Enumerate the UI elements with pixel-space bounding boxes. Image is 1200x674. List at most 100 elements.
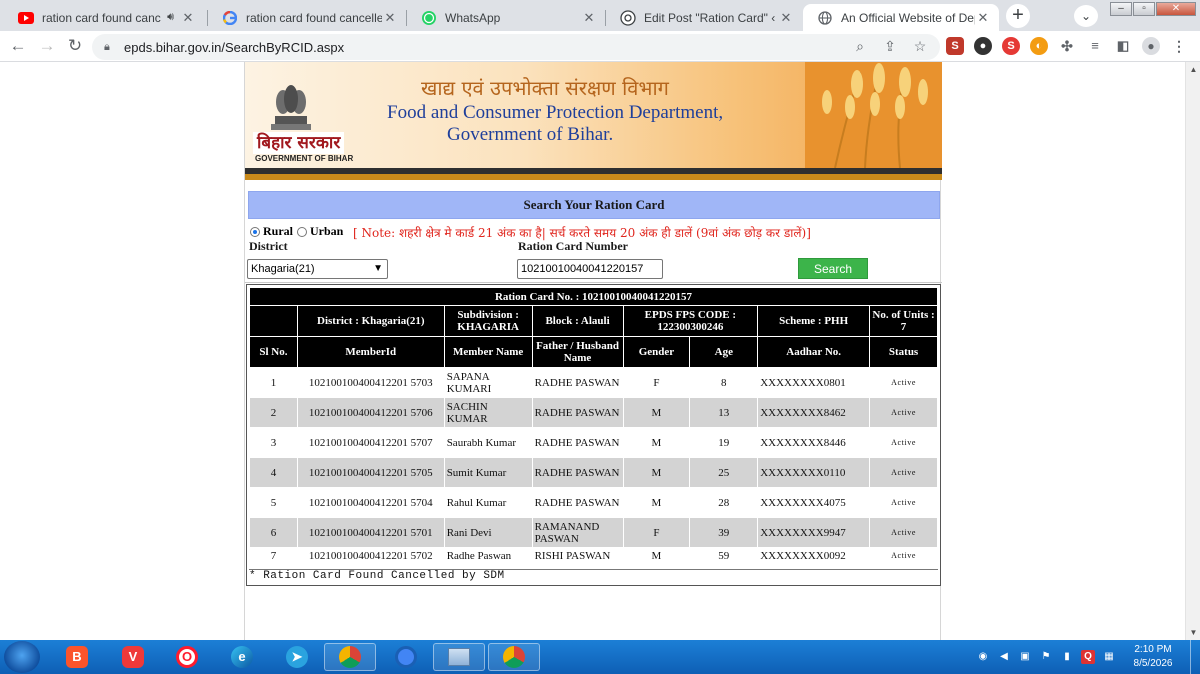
telegram-icon[interactable]: ➤ <box>282 643 312 671</box>
district-select[interactable]: Khagaria(21) ▼ <box>247 259 388 279</box>
close-tab-icon[interactable]: ✕ <box>975 10 991 26</box>
epds-site: बिहार सरकार GOVERNMENT OF BIHAR खाद्य एव… <box>244 62 942 640</box>
wordpress-icon <box>620 9 636 26</box>
file-explorer-icon[interactable] <box>433 643 485 671</box>
district-header: District : Khagaria(21) <box>296 305 445 337</box>
chrome-profile-icon[interactable] <box>488 643 540 671</box>
department-hindi-title: खाद्य एवं उपभोक्ता संरक्षण विभाग <box>421 76 669 100</box>
age-cell: 59 <box>689 547 759 565</box>
extension-s-icon[interactable]: S <box>1002 37 1020 55</box>
reading-list-icon[interactable]: ≡ <box>1086 37 1104 55</box>
extension-red-icon[interactable]: S <box>946 37 964 55</box>
rural-radio[interactable] <box>250 226 260 237</box>
column-header: Gender <box>622 336 691 368</box>
member-name-cell: Radhe Paswan <box>443 547 533 565</box>
system-tray: ◉ ◀ ▣ ⚑ ▮ Q ▦ <box>976 650 1116 664</box>
sl-cell: 4 <box>249 457 298 488</box>
puzzle-icon[interactable]: ✣ <box>1058 37 1076 55</box>
speaker-icon[interactable]: 🔊︎ <box>167 11 174 24</box>
member-name-cell: SAPANA KUMARI <box>443 367 533 398</box>
profile-avatar-icon[interactable]: ● <box>1142 37 1160 55</box>
url-text[interactable]: epds.bihar.gov.in/SearchByRCID.aspx <box>124 40 344 55</box>
extensions-area: S ● S ◐ ✣ ≡ ◧ ● ⋮ <box>946 37 1188 55</box>
member-id-cell: 102100100400412201 5704 <box>296 487 445 518</box>
rural-label[interactable]: Rural <box>263 224 293 239</box>
minimize-button[interactable]: – <box>1110 2 1132 16</box>
gender-cell: M <box>622 547 691 565</box>
maximize-button[interactable]: ▫ <box>1133 2 1155 16</box>
ration-card-number-input[interactable]: 10210010040041220157 <box>517 259 663 279</box>
tab-wordpress-edit[interactable]: Edit Post "Ration Card" ‹ Taja ✕ <box>606 4 802 31</box>
tab-google-search[interactable]: ration card found cancelled by ✕ <box>208 4 406 31</box>
status-cell: Active <box>869 427 938 458</box>
status-cell: Active <box>869 547 938 565</box>
menu-kebab-icon[interactable]: ⋮ <box>1170 37 1188 55</box>
flag-tray-icon[interactable]: ⚑ <box>1039 650 1053 664</box>
vivaldi-browser-icon[interactable]: V <box>118 643 148 671</box>
tab-whatsapp[interactable]: WhatsApp ✕ <box>407 4 605 31</box>
status-cell: Active <box>869 487 938 518</box>
signal-tray-icon[interactable]: ▮ <box>1060 650 1074 664</box>
aadhar-cell: XXXXXXXX0092 <box>757 547 871 565</box>
window-controls: – ▫ ✕ <box>1109 2 1196 16</box>
system-clock[interactable]: 2:10 PM 8/5/2026 <box>1128 643 1178 671</box>
start-button-icon[interactable] <box>4 641 40 673</box>
address-bar[interactable]: 🔒︎ epds.bihar.gov.in/SearchByRCID.aspx ⌕… <box>92 34 940 60</box>
extension-dark-icon[interactable]: ● <box>974 37 992 55</box>
page-scrollbar[interactable]: ▲ ▼ <box>1185 62 1200 640</box>
back-arrow-icon[interactable]: ← <box>8 36 28 56</box>
urban-label[interactable]: Urban <box>310 224 343 239</box>
column-header: Age <box>689 336 759 368</box>
forward-arrow-icon[interactable]: → <box>37 36 57 56</box>
scroll-down-arrow-icon[interactable]: ▼ <box>1186 625 1200 640</box>
chrome-tray-icon[interactable]: ◉ <box>976 650 990 664</box>
window-close-button[interactable]: ✕ <box>1156 2 1196 16</box>
scroll-up-arrow-icon[interactable]: ▲ <box>1186 62 1200 77</box>
app-tray-icon[interactable]: ▣ <box>1018 650 1032 664</box>
extension-orange-icon[interactable]: ◐ <box>1030 37 1048 55</box>
bookmark-star-icon[interactable]: ☆ <box>912 38 928 55</box>
brave-browser-icon[interactable]: B <box>62 643 92 671</box>
tab-title: WhatsApp <box>445 10 501 25</box>
age-cell: 13 <box>689 397 759 428</box>
urban-radio[interactable] <box>297 226 307 237</box>
new-tab-button[interactable]: + <box>1006 4 1030 28</box>
lock-icon[interactable]: 🔒︎ <box>104 41 118 54</box>
close-tab-icon[interactable]: ✕ <box>778 10 794 26</box>
member-name-cell: Rani Devi <box>443 517 533 548</box>
tab-title: ration card found cancelle <box>42 10 161 25</box>
speaker-tray-icon[interactable]: ◀ <box>997 650 1011 664</box>
status-cell: Active <box>869 517 938 548</box>
aadhar-cell: XXXXXXXX0801 <box>757 367 871 398</box>
tab-search-chevron-icon[interactable]: ⌄ <box>1074 5 1098 27</box>
tab-bihar-epds-active[interactable]: An Official Website of Departm ✕ <box>803 4 999 31</box>
globe-icon <box>817 10 833 26</box>
share-icon[interactable]: ⇪ <box>882 38 898 55</box>
sl-cell: 6 <box>249 517 298 548</box>
tab-youtube[interactable]: ration card found cancelle 🔊︎ ✕ <box>4 4 204 31</box>
column-header: Status <box>869 336 938 368</box>
chrome-taskbar-icon[interactable] <box>324 643 376 671</box>
browser-toolbar: ← → ↻ 🔒︎ epds.bihar.gov.in/SearchByRCID.… <box>0 31 1200 62</box>
district-label: District <box>249 239 288 253</box>
show-desktop-button[interactable] <box>1190 640 1200 674</box>
member-name-cell: SACHIN KUMAR <box>443 397 533 428</box>
father-name-cell: RADHE PASWAN <box>531 427 624 458</box>
gender-cell: F <box>622 517 691 548</box>
reload-icon[interactable]: ↻ <box>65 36 85 56</box>
edge-browser-icon[interactable]: e <box>227 643 257 671</box>
search-button[interactable]: Search <box>798 258 868 279</box>
network-tray-icon[interactable]: ▦ <box>1102 650 1116 664</box>
q-tray-icon[interactable]: Q <box>1081 650 1095 664</box>
chrome-alt-icon[interactable] <box>391 643 421 671</box>
member-name-cell: Sumit Kumar <box>443 457 533 488</box>
close-tab-icon[interactable]: ✕ <box>180 10 196 26</box>
side-panel-icon[interactable]: ◧ <box>1114 37 1132 55</box>
clock-time: 2:10 PM <box>1134 644 1172 655</box>
close-tab-icon[interactable]: ✕ <box>382 10 398 26</box>
opera-browser-icon[interactable]: O <box>172 643 202 671</box>
father-name-cell: RADHE PASWAN <box>531 397 624 428</box>
gender-cell: F <box>622 367 691 398</box>
zoom-icon[interactable]: ⌕ <box>852 38 868 55</box>
close-tab-icon[interactable]: ✕ <box>581 10 597 26</box>
